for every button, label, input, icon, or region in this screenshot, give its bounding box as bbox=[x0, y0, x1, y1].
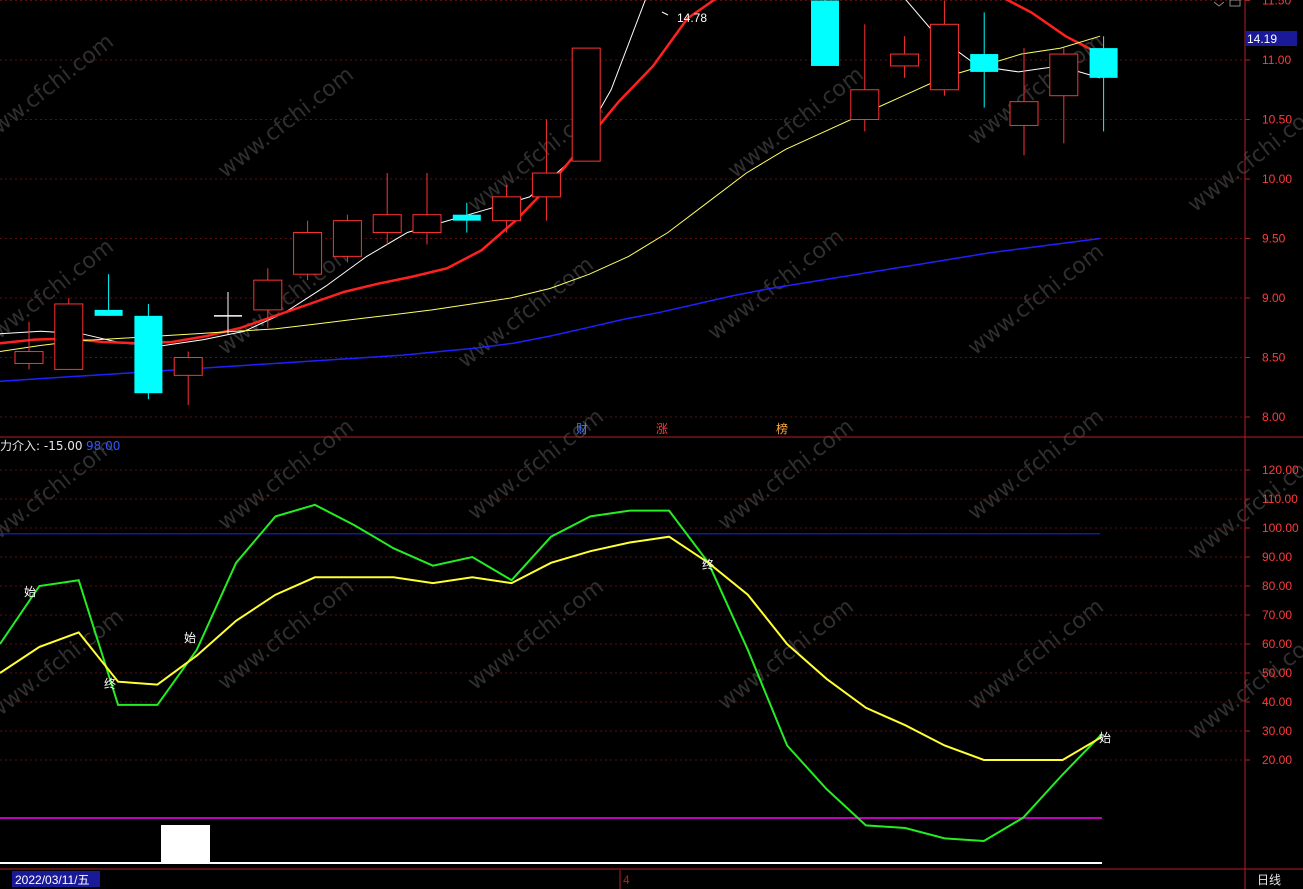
high-label: 14.78 bbox=[677, 11, 707, 25]
price-tick-label: 8.00 bbox=[1262, 410, 1286, 424]
indicator-tick-label: 120.00 bbox=[1262, 463, 1299, 477]
watermark-text: www.cfchi.com bbox=[703, 224, 848, 345]
candle-body bbox=[134, 315, 163, 394]
watermark-text: www.cfchi.com bbox=[213, 414, 358, 535]
price-tick-label: 9.50 bbox=[1262, 232, 1286, 246]
price-tick-label: 10.00 bbox=[1262, 172, 1292, 186]
candle bbox=[811, 0, 839, 66]
indicator-tick-label: 40.00 bbox=[1262, 695, 1292, 709]
indicator-grid bbox=[0, 469, 1245, 761]
candle bbox=[372, 173, 402, 245]
indicator-tick-label: 60.00 bbox=[1262, 637, 1292, 651]
watermark-text: www.cfchi.com bbox=[0, 29, 119, 150]
candle-body bbox=[372, 214, 402, 234]
candle-body bbox=[412, 214, 442, 234]
candle-body bbox=[492, 196, 522, 222]
watermark-text: www.cfchi.com bbox=[963, 594, 1108, 715]
signal-labels: 始 终 始 终 始 bbox=[24, 557, 1111, 745]
candle bbox=[412, 173, 442, 245]
candle-body bbox=[94, 309, 123, 316]
indicator-tick-label: 50.00 bbox=[1262, 666, 1292, 680]
watermark-text: www.cfchi.com bbox=[963, 239, 1108, 360]
high-pointer bbox=[661, 11, 669, 16]
candle bbox=[94, 274, 123, 316]
period-label[interactable]: 日线 bbox=[1257, 873, 1281, 887]
watermark-text: www.cfchi.com bbox=[963, 404, 1108, 525]
marker-zhang: 涨 bbox=[656, 421, 668, 436]
watermark-text: www.cfchi.com bbox=[213, 574, 358, 695]
signal-end-2: 终 bbox=[702, 557, 714, 572]
candle-body bbox=[929, 23, 959, 91]
marker-bang: 榜 bbox=[776, 421, 788, 436]
indicator-tick-label: 70.00 bbox=[1262, 608, 1292, 622]
candle bbox=[332, 214, 362, 263]
signal-start-2: 始 bbox=[184, 631, 196, 645]
watermark-text: www.cfchi.com bbox=[213, 62, 358, 183]
price-tick-label: 10.50 bbox=[1262, 113, 1292, 127]
signal-end-1: 终 bbox=[104, 676, 116, 691]
period-marker: 4 bbox=[623, 873, 630, 887]
marker-cai: 财 bbox=[576, 422, 588, 436]
chevron-down-icon[interactable] bbox=[1213, 1, 1225, 7]
indicator-tick-label: 110.00 bbox=[1262, 492, 1298, 506]
indicator-label: 力介入: -15.00 bbox=[0, 439, 83, 453]
candle-body bbox=[253, 279, 283, 311]
watermark-text: www.cfchi.com bbox=[713, 594, 858, 715]
signal-start-1: 始 bbox=[24, 585, 36, 599]
candle-body bbox=[890, 53, 920, 67]
signal-start-3: 始 bbox=[1099, 731, 1111, 745]
candle-body bbox=[54, 303, 84, 370]
indicator-value2: 98.00 bbox=[86, 439, 120, 453]
current-price-label: 14.19 bbox=[1247, 32, 1277, 46]
candle bbox=[1049, 48, 1079, 144]
candle bbox=[173, 351, 203, 406]
date-label: 2022/03/11/五 bbox=[15, 873, 90, 887]
price-tick-label: 11.50 bbox=[1262, 0, 1291, 8]
high-annotation: 14.78 bbox=[661, 11, 707, 25]
candle bbox=[929, 0, 959, 96]
candle-body bbox=[531, 172, 561, 198]
indicator-tick-label: 30.00 bbox=[1262, 724, 1292, 738]
yellow-line bbox=[0, 535, 1103, 761]
candle-body bbox=[332, 220, 362, 257]
candle bbox=[571, 47, 601, 162]
candle bbox=[890, 36, 920, 78]
candle bbox=[970, 12, 999, 108]
indicator-tick-label: 80.00 bbox=[1262, 579, 1292, 593]
candle-body bbox=[293, 232, 323, 275]
indicator-lines bbox=[0, 503, 1103, 864]
watermark-text: www.cfchi.com bbox=[463, 574, 608, 695]
candle bbox=[1009, 48, 1039, 156]
indicator-tick-label: 100.00 bbox=[1262, 521, 1299, 535]
watermark-text: www.cfchi.com bbox=[0, 604, 129, 725]
signal-bar bbox=[161, 825, 210, 863]
candle-body bbox=[14, 351, 44, 364]
candle-body bbox=[571, 47, 601, 162]
candle bbox=[293, 220, 323, 281]
indicator-tick-label: 20.00 bbox=[1262, 753, 1292, 767]
candle-body bbox=[173, 357, 203, 376]
candle-body bbox=[1009, 101, 1039, 126]
candle-body bbox=[1089, 48, 1118, 78]
price-tick-label: 8.50 bbox=[1262, 351, 1286, 365]
candles bbox=[14, 0, 1118, 406]
candle-body bbox=[452, 214, 481, 221]
indicator-tick-label: 90.00 bbox=[1262, 550, 1292, 564]
candle-body bbox=[970, 54, 999, 72]
watermark-text: www.cfchi.com bbox=[453, 252, 598, 373]
price-scale: 14.5014.0013.5013.0012.5012.0011.5011.00… bbox=[1245, 0, 1292, 424]
watermark-text: www.cfchi.com bbox=[213, 239, 358, 360]
stock-chart: www.cfchi.com www.cfchi.com www.cfchi.com w… bbox=[0, 0, 1303, 889]
candle-body bbox=[811, 0, 839, 66]
price-tick-label: 9.00 bbox=[1262, 291, 1286, 305]
candle bbox=[54, 298, 84, 370]
price-tick-label: 11.00 bbox=[1262, 53, 1291, 67]
candle bbox=[1089, 36, 1118, 132]
candle bbox=[134, 303, 163, 400]
watermark-text: www.cfchi.com bbox=[723, 62, 868, 183]
candle-body bbox=[850, 89, 880, 120]
candle-body bbox=[1049, 53, 1079, 97]
